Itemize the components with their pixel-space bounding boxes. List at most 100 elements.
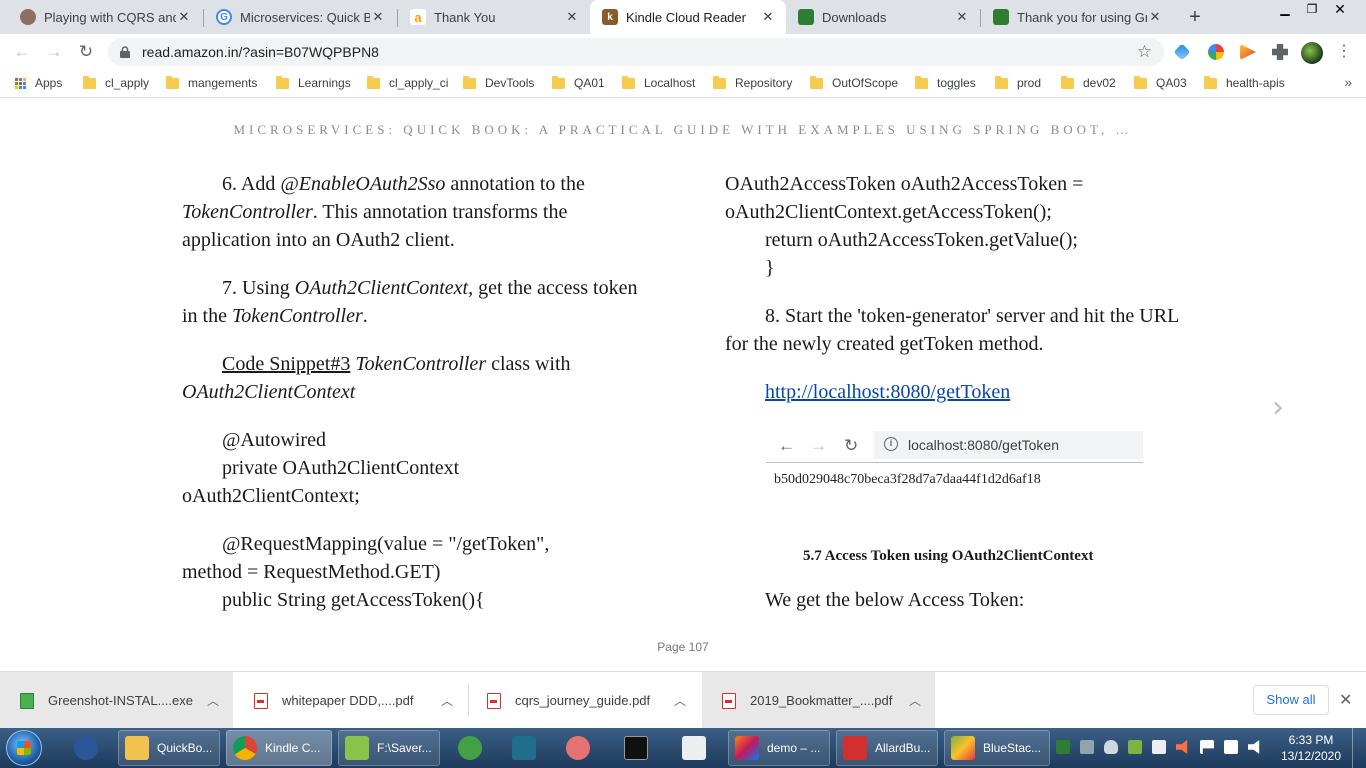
tab-downloads[interactable]: Downloads ✕ [786, 0, 980, 34]
taskbar-pin-app[interactable] [676, 730, 716, 766]
taskbar-item-explorer[interactable]: QuickBo... [118, 730, 220, 766]
bookmark-label: cl_apply_ci [389, 76, 449, 90]
bookmark-folder[interactable]: cl_apply [83, 75, 150, 90]
profile-avatar[interactable] [1301, 42, 1323, 64]
taskbar-item-intellij[interactable]: demo – ... [728, 730, 830, 766]
bookmark-folder[interactable]: Repository [713, 75, 792, 90]
greenshot-tray-icon[interactable] [1056, 740, 1070, 754]
tab-microservices-quick-book[interactable]: G Microservices: Quick Boo ✕ [204, 0, 396, 34]
tab-kindle-cloud-reader[interactable]: k Kindle Cloud Reader ✕ [590, 0, 786, 34]
bookmark-folder[interactable]: mangements [166, 75, 257, 90]
bookmark-folder[interactable]: OutOfScope [810, 75, 898, 90]
tray-icon[interactable] [1080, 740, 1094, 754]
window-close-icon[interactable]: ✕ [1316, 0, 1364, 20]
bookmark-folder[interactable]: prod [995, 75, 1041, 90]
bookmark-label: health-apis [1226, 76, 1285, 90]
chevron-up-icon[interactable]: ︿ [660, 692, 700, 709]
step-8-paragraph: 8. Start the 'token-generator' server an… [725, 305, 1179, 355]
close-icon[interactable]: ✕ [1147, 9, 1163, 25]
close-icon[interactable]: ✕ [176, 9, 192, 25]
system-clock[interactable]: 6:33 PM 13/12/2020 [1278, 732, 1344, 764]
taskbar-pin-app[interactable] [68, 730, 108, 766]
chevron-up-icon[interactable]: ︿ [895, 692, 935, 709]
code-line: OAuth2AccessToken oAuth2AccessToken = [725, 173, 1084, 195]
new-tab-icon[interactable]: + [1181, 4, 1209, 30]
tab-thank-you[interactable]: a Thank You ✕ [398, 0, 590, 34]
bookmark-folder[interactable]: dev02 [1061, 75, 1116, 90]
figure-caption: 5.7 Access Token using OAuth2ClientConte… [803, 548, 1094, 564]
download-item-greenshot[interactable]: Greenshot-INSTAL....exe ︿ [0, 672, 233, 729]
address-bar[interactable]: read.amazon.in/?asin=B07WQPBPN8 ☆ [108, 38, 1164, 66]
extensions-puzzle-icon[interactable] [1272, 44, 1288, 60]
taskbar-pin-clock[interactable] [452, 730, 492, 766]
bookmark-apps[interactable]: Apps [15, 76, 62, 90]
folder-icon [1134, 75, 1147, 89]
back-arrow-icon[interactable]: ← [10, 40, 34, 64]
folder-icon [125, 736, 149, 760]
chevron-double-right-icon[interactable]: » [1344, 74, 1352, 90]
menu-kebab-icon[interactable]: ⋮ [1336, 41, 1352, 61]
next-page-chevron-icon[interactable]: › [1272, 390, 1284, 425]
shield-icon[interactable] [1104, 740, 1118, 754]
folder-icon [166, 75, 179, 89]
step-6-paragraph: 6. Add @EnableOAuth2Sso annotation to th… [182, 170, 642, 254]
close-icon[interactable]: ✕ [1339, 690, 1352, 710]
flag-icon[interactable] [1200, 740, 1214, 754]
close-icon[interactable]: ✕ [954, 9, 970, 25]
bookmark-folder[interactable]: Localhost [622, 75, 695, 90]
color-extension-icon[interactable] [1208, 44, 1224, 60]
bookmark-label: toggles [937, 76, 976, 90]
show-all-button[interactable]: Show all [1253, 685, 1329, 715]
taskbar-pin-cmd[interactable] [618, 730, 658, 766]
reload-icon[interactable]: ↻ [74, 40, 98, 64]
taskbar-item-pdf[interactable]: AllardBu... [836, 730, 938, 766]
speaker-icon[interactable] [1176, 740, 1188, 754]
eyedropper-extension-icon[interactable] [1173, 43, 1191, 61]
bookmark-star-icon[interactable]: ☆ [1137, 42, 1152, 62]
bookmark-folder[interactable]: cl_apply_ci [367, 75, 449, 90]
play-extension-icon[interactable] [1240, 44, 1256, 60]
code-line: oAuth2ClientContext; [182, 485, 360, 507]
bookmark-folder[interactable]: toggles [915, 75, 976, 90]
close-icon[interactable]: ✕ [564, 9, 580, 25]
editor-icon [512, 736, 536, 760]
close-icon[interactable]: ✕ [370, 9, 386, 25]
notepad-plus-icon [345, 736, 369, 760]
download-item-bookmatter[interactable]: 2019_Bookmatter_....pdf ︿ [702, 672, 935, 729]
terminal-icon [624, 736, 648, 760]
bookmark-label: cl_apply [105, 76, 150, 90]
localhost-link[interactable]: http://localhost:8080/getToken [765, 381, 1010, 403]
bookmark-folder[interactable]: DevTools [463, 75, 535, 90]
monitor-icon[interactable] [1224, 740, 1238, 754]
chevron-up-icon[interactable]: ︿ [193, 692, 233, 709]
taskbar-pin-snipping[interactable] [560, 730, 600, 766]
left-column: 6. Add @EnableOAuth2Sso annotation to th… [182, 170, 642, 634]
close-icon[interactable]: ✕ [760, 9, 776, 25]
bluestacks-icon [951, 736, 975, 760]
start-button[interactable] [6, 730, 42, 766]
code-block-token: OAuth2AccessToken oAuth2AccessToken = oA… [725, 170, 1195, 282]
download-bar: Greenshot-INSTAL....exe ︿ whitepaper DDD… [0, 671, 1366, 729]
taskbar-item-notepad[interactable]: F:\Saver... [338, 730, 440, 766]
bluestacks-tray-icon[interactable] [1128, 740, 1142, 754]
download-item-whitepaper[interactable]: whitepaper DDD,....pdf ︿ [234, 672, 467, 729]
show-desktop-button[interactable] [1352, 728, 1366, 768]
network-icon[interactable] [1152, 740, 1166, 754]
taskbar-item-bluestacks[interactable]: BlueStac... [944, 730, 1050, 766]
volume-icon[interactable] [1248, 740, 1260, 754]
google-favicon: G [216, 9, 232, 25]
taskbar-label: BlueStac... [983, 741, 1042, 755]
taskbar-item-chrome[interactable]: Kindle C... [226, 730, 332, 766]
bookmark-folder[interactable]: Learnings [276, 75, 351, 90]
tab-thank-you-greenshot[interactable]: Thank you for using Gre ✕ [981, 0, 1173, 34]
download-item-cqrs-guide[interactable]: cqrs_journey_guide.pdf ︿ [467, 672, 700, 729]
bookmark-folder[interactable]: QA01 [552, 75, 605, 90]
bookmark-label: DevTools [485, 76, 535, 90]
tab-playing-with-cqrs[interactable]: Playing with CQRS and E ✕ [8, 0, 202, 34]
below-text: We get the below Access Token: [765, 589, 1025, 611]
taskbar-pin-editor[interactable] [506, 730, 546, 766]
chevron-up-icon[interactable]: ︿ [427, 692, 467, 709]
forward-arrow-icon[interactable]: → [42, 40, 66, 64]
bookmark-folder[interactable]: QA03 [1134, 75, 1187, 90]
bookmark-folder[interactable]: health-apis [1204, 75, 1285, 90]
